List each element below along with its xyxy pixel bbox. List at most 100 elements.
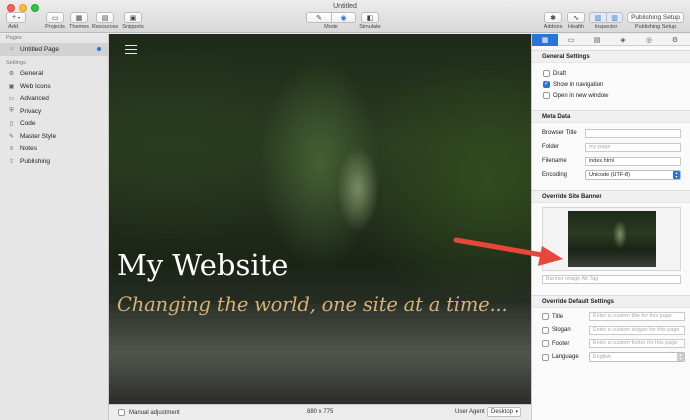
window-title: Untitled — [333, 3, 357, 10]
draft-checkbox-row[interactable]: Draft — [532, 68, 690, 79]
banner-alt-row: Banner image Alt Tag — [532, 271, 690, 287]
override-title-label: Title — [552, 313, 564, 320]
tab-page-icon[interactable]: ▭ — [558, 34, 584, 46]
banner-alt-input[interactable]: Banner image Alt Tag — [542, 274, 681, 284]
sidebar-right-icon[interactable]: ▥ — [606, 13, 622, 22]
override-slogan-row: Slogan Enter a custom slogan for this pa… — [532, 324, 690, 338]
document-icon: ▯ — [9, 121, 14, 128]
draft-label: Draft — [553, 70, 567, 77]
user-agent-select[interactable]: Desktop ▾ — [487, 407, 521, 417]
tab-page-layout-icon[interactable]: ▦ — [532, 34, 558, 46]
open-in-new-window-row[interactable]: Open in new window — [532, 90, 690, 101]
folder-label: Folder — [542, 144, 560, 150]
resources-icon: ▤ — [101, 14, 109, 22]
health-button[interactable]: ∿ — [567, 12, 585, 23]
encoding-value: Unicode (UTF-8) — [589, 172, 630, 178]
banner-drop-well[interactable] — [542, 207, 681, 271]
encoding-select[interactable]: Unicode (UTF-8) ▴ ▾ — [585, 170, 681, 180]
site-tagline[interactable]: Changing the world, one site at a time..… — [117, 293, 508, 316]
draft-checkbox[interactable] — [543, 70, 550, 77]
addons-button[interactable]: ✱ — [544, 12, 562, 23]
pages-heading: Pages — [6, 35, 22, 41]
health-pulse-icon: ∿ — [573, 14, 579, 22]
tab-tag-icon[interactable]: ◈ — [610, 34, 636, 46]
sidebar-item-notes[interactable]: ≡ Notes — [0, 143, 108, 156]
general-settings-heading: General Settings — [532, 50, 690, 63]
tab-target-icon[interactable]: ◎ — [636, 34, 662, 46]
override-title-checkbox[interactable] — [542, 313, 549, 321]
override-footer-row: Footer Enter a custom footer for this pa… — [532, 337, 690, 351]
inspector-toggle[interactable]: ▥ ▥ — [589, 12, 623, 23]
statusbar: Manual adjustment 880 x 775 User Agent D… — [109, 404, 531, 420]
add-label: Add — [8, 24, 18, 30]
show-in-navigation-label: Show in navigation — [553, 81, 604, 88]
projects-label: Projects — [45, 24, 65, 30]
edit-mode-pencil-icon[interactable]: ✎ — [307, 13, 331, 22]
encoding-label: Encoding — [542, 172, 568, 178]
add-button[interactable]: + ▾ — [6, 12, 26, 23]
folder-icon: ▭ — [8, 96, 15, 103]
meta-data-heading: Meta Data — [532, 110, 690, 123]
override-default-settings-heading: Override Default Settings — [532, 295, 690, 308]
sidebar-item-label: Code — [20, 120, 36, 128]
sidebar-item-web-icons[interactable]: ▣ Web Icons — [0, 80, 108, 93]
tab-settings-gear-icon[interactable]: ⚙ — [662, 34, 688, 46]
preview-mode-eye-icon[interactable]: ◉ — [331, 13, 355, 22]
simulate-label: Simulate — [359, 24, 381, 30]
sidebar-item-master-style[interactable]: ✎ Master Style — [0, 130, 108, 143]
override-slogan-checkbox[interactable] — [542, 326, 549, 334]
unsaved-dot-indicator — [97, 47, 101, 51]
override-slogan-input[interactable]: Enter a custom slogan for this page — [589, 325, 685, 335]
page-preview[interactable]: My Website Changing the world, one site … — [109, 34, 531, 404]
themes-button[interactable]: ▦ — [70, 12, 88, 23]
sidebar-item-label: General — [20, 70, 44, 78]
upload-icon: ⇪ — [8, 158, 15, 165]
language-value: English — [593, 354, 612, 361]
projects-icon: ▭ — [51, 14, 59, 22]
plus-icon: + — [11, 14, 17, 21]
checkbox-box[interactable] — [118, 409, 125, 416]
override-language-checkbox[interactable] — [542, 353, 549, 361]
show-in-navigation-row[interactable]: ✓ Show in navigation — [532, 79, 690, 90]
publishing-setup-button[interactable]: Publishing Setup — [627, 12, 684, 23]
override-footer-input[interactable]: Enter a custom footer for this page — [589, 339, 685, 349]
projects-button[interactable]: ▭ — [46, 12, 64, 23]
open-in-new-window-checkbox[interactable] — [543, 92, 550, 99]
banner-image-river — [109, 304, 531, 404]
resources-button[interactable]: ▤ — [96, 12, 114, 23]
notes-icon: ≡ — [9, 145, 14, 152]
folder-input[interactable]: my-page — [585, 142, 681, 152]
sidebar-item-label: Privacy — [20, 107, 42, 115]
manual-adjustment-label: Manual adjustment — [129, 409, 180, 416]
addons-icon: ✱ — [550, 14, 556, 22]
override-slogan-label: Slogan — [552, 327, 571, 334]
filename-input[interactable]: index.html — [585, 156, 681, 166]
sidebar-left-icon[interactable]: ▥ — [590, 13, 606, 22]
banner-thumbnail-image — [568, 211, 656, 267]
override-title-input[interactable]: Enter a custom title for this page — [589, 312, 685, 322]
sidebar-item-untitled-page[interactable]: ⌂ Untitled Page — [0, 43, 108, 56]
sidebar-item-label: Web Icons — [20, 82, 51, 90]
settings-heading: Settings — [6, 59, 26, 66]
browser-title-input[interactable] — [585, 128, 681, 138]
site-title[interactable]: My Website — [117, 248, 288, 282]
manual-adjustment-checkbox[interactable]: Manual adjustment — [118, 409, 180, 416]
sidebar-item-publishing[interactable]: ⇪ Publishing — [0, 155, 108, 168]
sidebar-item-code[interactable]: ▯ Code — [0, 118, 108, 131]
sidebar-item-privacy[interactable]: ⛨ Privacy — [0, 105, 108, 118]
mode-segmented-control[interactable]: ✎ ◉ — [306, 12, 356, 23]
show-in-navigation-checkbox[interactable]: ✓ — [543, 81, 550, 88]
simulate-button[interactable]: ◧ — [361, 12, 379, 23]
tab-grid-icon[interactable]: ▤ — [584, 34, 610, 46]
language-select[interactable]: English ▴ ▾ — [589, 352, 685, 363]
gear-icon: ⚙ — [8, 71, 15, 78]
hamburger-menu-icon[interactable] — [125, 45, 137, 54]
sidebar-item-label: Notes — [20, 145, 37, 153]
snippets-button[interactable]: ▣ — [124, 12, 142, 23]
override-site-banner-heading: Override Site Banner — [532, 190, 690, 203]
titlebar: Untitled + ▾ Add ▭ Projects ▦ Themes ▤ R… — [0, 0, 690, 33]
sidebar-item-general[interactable]: ⚙ General — [0, 68, 108, 81]
override-title-row: Title Enter a custom title for this page — [532, 310, 690, 324]
sidebar-item-advanced[interactable]: ▭ Advanced — [0, 93, 108, 106]
override-footer-checkbox[interactable] — [542, 340, 549, 348]
